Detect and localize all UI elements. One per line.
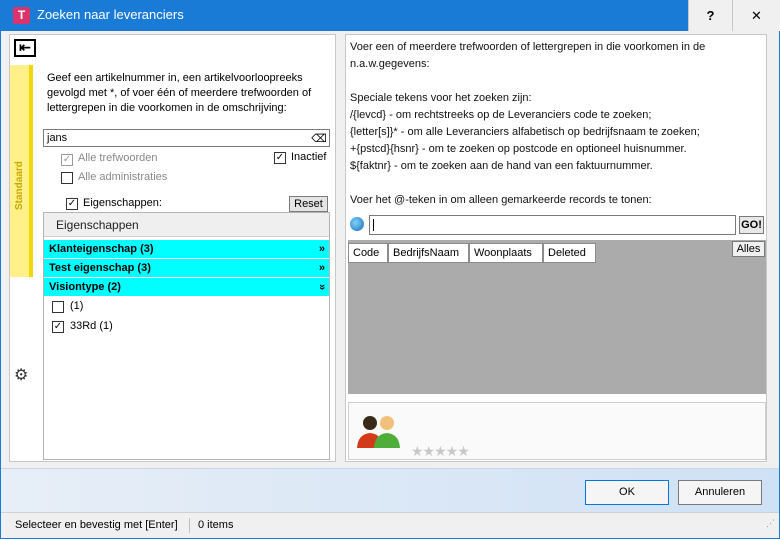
dialog-window: ⇤ Standaard ⚙ Geef een artikelnummer in,… bbox=[0, 31, 780, 539]
item-count: 0 items bbox=[198, 519, 234, 531]
eigenschappen-checkbox[interactable]: ✓ bbox=[66, 198, 78, 210]
inactief-checkbox[interactable]: ✓ bbox=[274, 152, 286, 164]
help-line: ${faktnr} - om te zoeken aan de hand van… bbox=[350, 160, 653, 172]
reset-button[interactable]: Reset bbox=[289, 196, 328, 212]
status-text: Selecteer en bevestig met [Enter] bbox=[15, 519, 178, 531]
status-divider bbox=[189, 518, 190, 533]
status-bar: Selecteer en bevestig met [Enter] 0 item… bbox=[1, 512, 779, 538]
rating-stars[interactable]: ★★★★★ bbox=[411, 443, 470, 460]
help-line: Voer een of meerdere trefwoorden of lett… bbox=[350, 41, 706, 53]
side-tab-standaard[interactable]: Standaard bbox=[10, 65, 33, 277]
help-line: /{levcd} - om rechtstreeks op de Leveran… bbox=[350, 109, 652, 121]
property-item-checkbox[interactable]: ✓ bbox=[52, 321, 64, 333]
group-klanteigenschap[interactable]: Klanteigenschap (3) » bbox=[44, 240, 329, 258]
properties-panel: Eigenschappen Klanteigenschap (3) » Test… bbox=[43, 212, 330, 460]
help-line: Voer het @-teken in om alleen gemarkeerd… bbox=[350, 194, 652, 206]
title-bar: T Zoeken naar leveranciers ? ✕ bbox=[0, 0, 780, 31]
properties-header: Eigenschappen bbox=[44, 213, 329, 237]
help-line: n.a.w.gegevens: bbox=[350, 58, 430, 70]
column-header-deleted[interactable]: Deleted bbox=[543, 243, 596, 263]
group-visiontype[interactable]: Visiontype (2) » bbox=[44, 278, 329, 296]
ok-button[interactable]: OK bbox=[585, 480, 669, 505]
help-line: +{pstcd}{hsnr} - om te zoeken op postcod… bbox=[350, 143, 687, 155]
help-line: {letter[s]}* - om alle Leveranciers alfa… bbox=[350, 126, 700, 138]
side-tab-label: Standaard bbox=[14, 161, 25, 210]
help-button[interactable]: ? bbox=[688, 0, 732, 31]
go-button[interactable]: GO! bbox=[739, 216, 764, 234]
group-label: Visiontype (2) bbox=[49, 281, 121, 293]
property-item-checkbox[interactable] bbox=[52, 301, 64, 313]
search-input-value: jans bbox=[47, 132, 68, 144]
button-bar: OK Annuleren bbox=[1, 468, 779, 512]
property-item-label: 33Rd (1) bbox=[70, 320, 113, 332]
main-search-input[interactable] bbox=[369, 215, 736, 235]
column-header-woonplaats[interactable]: Woonplaats bbox=[469, 243, 543, 263]
results-grid[interactable]: Code BedrijfsNaam Woonplaats Deleted All… bbox=[348, 240, 766, 394]
alle-trefwoorden-label: Alle trefwoorden bbox=[78, 152, 158, 164]
eigenschappen-label: Eigenschappen: bbox=[83, 197, 162, 209]
alle-administraties-label: Alle administraties bbox=[78, 171, 168, 183]
chevron-right-icon: » bbox=[318, 243, 325, 255]
group-label: Klanteigenschap (3) bbox=[49, 243, 154, 255]
search-input[interactable]: jans ⌫ bbox=[43, 129, 330, 147]
column-header-bedrijfsnaam[interactable]: BedrijfsNaam bbox=[388, 243, 469, 263]
help-line bbox=[350, 73, 765, 90]
inactief-label: Inactief bbox=[291, 151, 327, 163]
users-icon bbox=[357, 416, 400, 448]
gear-icon[interactable]: ⚙ bbox=[14, 365, 28, 385]
collapse-panel-icon[interactable]: ⇤ bbox=[14, 39, 36, 57]
results-panel: Voer een of meerdere trefwoorden of lett… bbox=[345, 34, 767, 462]
search-instructions: Geef een artikelnummer in, een artikelvo… bbox=[47, 72, 312, 114]
help-line bbox=[350, 175, 765, 192]
close-button[interactable]: ✕ bbox=[732, 0, 780, 31]
clear-icon[interactable]: ⌫ bbox=[311, 131, 327, 145]
group-label: Test eigenschap (3) bbox=[49, 262, 151, 274]
window-title: Zoeken naar leveranciers bbox=[37, 7, 184, 22]
search-help-text: Voer een of meerdere trefwoorden of lett… bbox=[350, 39, 765, 209]
group-test-eigenschap[interactable]: Test eigenschap (3) » bbox=[44, 259, 329, 277]
chevron-down-icon: » bbox=[315, 283, 328, 291]
cancel-button[interactable]: Annuleren bbox=[678, 480, 762, 505]
record-preview: ★★★★★ bbox=[348, 402, 766, 460]
alles-button[interactable]: Alles bbox=[732, 241, 765, 257]
chevron-right-icon: » bbox=[318, 262, 325, 274]
filter-panel: ⇤ Standaard ⚙ Geef een artikelnummer in,… bbox=[9, 34, 336, 462]
app-icon: T bbox=[13, 7, 30, 24]
globe-icon bbox=[350, 217, 364, 231]
alle-trefwoorden-checkbox[interactable]: ✓ bbox=[61, 154, 73, 166]
resize-grip-icon[interactable]: ⋰ bbox=[766, 511, 775, 535]
alle-administraties-checkbox[interactable] bbox=[61, 172, 73, 184]
column-header-code[interactable]: Code bbox=[348, 243, 388, 263]
help-line: Speciale tekens voor het zoeken zijn: bbox=[350, 92, 532, 104]
property-item-label: (1) bbox=[70, 300, 84, 312]
